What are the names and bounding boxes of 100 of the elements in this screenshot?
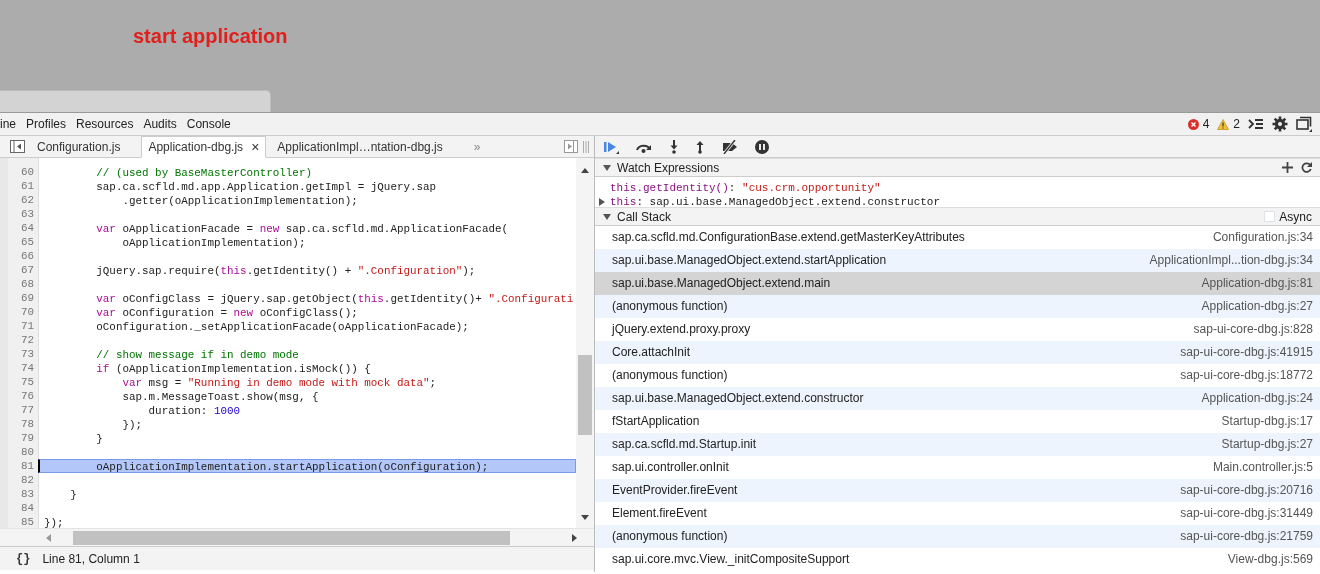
debugger-toggle-icon[interactable] — [564, 139, 578, 154]
code-line: oApplicationImplementation); — [121, 236, 307, 249]
sidebar-toggle-icon[interactable] — [10, 139, 26, 154]
deactivate-breakpoints-icon[interactable] — [721, 139, 739, 154]
panel-tab[interactable]: Resources — [71, 113, 139, 135]
panel-tab[interactable]: ine — [0, 113, 21, 135]
code-line: } — [69, 488, 78, 501]
code-line: var oConfiguration = new oConfigClass(); — [95, 306, 359, 319]
scroll-right-icon[interactable] — [572, 533, 577, 542]
call-frame[interactable]: fStartApplication Startup-dbg.js:17 — [595, 410, 1320, 433]
section-header[interactable]: Watch Expressions — [595, 158, 1320, 177]
error-count: 4 — [1202, 116, 1210, 133]
expand-icon[interactable] — [603, 164, 611, 171]
line-number: 82 — [19, 473, 35, 487]
watch-expression[interactable]: this.getIdentity(): "cus.crm.opportunity" — [595, 181, 1320, 195]
call-frame[interactable]: (anonymous function) sap-ui-core-dbg.js:18772 — [595, 364, 1320, 387]
file-tab[interactable]: ApplicationImpl…ntation-dbg.js — [270, 136, 450, 158]
call-frame[interactable]: Element.fireEvent sap-ui-core-dbg.js:31449 — [595, 502, 1320, 525]
call-frame[interactable]: jQuery.extend.proxy.proxy sap-ui-core-dbg.js:828 — [595, 318, 1320, 341]
async-checkbox[interactable] — [1264, 211, 1276, 222]
call-frame[interactable]: sap.ca.scfld.md.ConfigurationBase.extend.getMasterKeyAttributes Configuration.js:34 — [595, 226, 1320, 249]
cursor-position: Line 81, Column 1 — [42, 550, 140, 568]
code-line: if (oApplicationImplementation.isMock()) { — [95, 362, 372, 375]
line-number: 85 — [19, 515, 35, 528]
drag-handle-icon[interactable] — [582, 139, 590, 154]
code-line: var msg = "Running in demo mode with mock data"; — [121, 376, 438, 389]
line-number: 74 — [19, 361, 35, 375]
code-line: oConfiguration._setApplicationFacade(oApplicationFacade); — [95, 320, 470, 333]
resume-icon[interactable] — [603, 139, 619, 154]
code-line: .getter(oApplicationImplementation); — [121, 194, 359, 207]
code-line: // show message if in demo mode — [95, 348, 300, 361]
dock-icon[interactable] — [1296, 116, 1312, 132]
pause-exceptions-icon[interactable] — [755, 139, 769, 154]
panel-tab[interactable]: Console — [181, 113, 236, 135]
code-line: var oConfigClass = jQuery.sap.getObject(this.getIdentity()+ ".Configurati — [95, 292, 575, 305]
line-number: 77 — [19, 403, 35, 417]
line-number: 83 — [19, 487, 35, 501]
warning-count: 2 — [1233, 116, 1240, 133]
step-out-icon[interactable] — [695, 139, 705, 154]
file-tab[interactable]: Application-dbg.js × — [141, 136, 267, 158]
settings-icon[interactable] — [1272, 116, 1288, 132]
section-header[interactable]: Call Stack Async — [595, 207, 1320, 226]
call-frame[interactable]: sap.ca.scfld.md.Startup.init Startup-dbg.js:27 — [595, 433, 1320, 456]
panel-tab[interactable]: Profiles — [21, 113, 72, 135]
line-number: 71 — [19, 319, 35, 333]
call-frame[interactable]: sap.ui.base.ManagedObject.extend.constructor Application-dbg.js:24 — [595, 387, 1320, 410]
code-line: duration: 1000 — [147, 404, 242, 417]
call-frame[interactable]: sap.ui.core.mvc.View._initCompositeSupport View-dbg.js:569 — [595, 548, 1320, 571]
call-frame[interactable]: sap.ui.base.ManagedObject.extend.main Application-dbg.js:81 — [595, 272, 1320, 295]
panel-tab[interactable]: Audits — [138, 113, 182, 135]
line-number: 68 — [19, 277, 35, 291]
call-frame[interactable]: sap.ui.controller.onInit Main.controller.js:5 — [595, 456, 1320, 479]
code-line: sap.ca.scfld.md.app.Application.getImpl = jQuery.sap — [95, 180, 438, 193]
code-line: sap.m.MessageToast.show(msg, { — [121, 390, 320, 403]
line-number: 69 — [19, 291, 35, 305]
call-frame[interactable]: EventProvider.fireEvent sap-ui-core-dbg.js:20716 — [595, 479, 1320, 502]
scroll-up-icon[interactable] — [581, 168, 589, 173]
line-number: 84 — [19, 501, 35, 515]
file-tab[interactable]: Configuration.js — [30, 136, 128, 158]
call-frame[interactable]: (anonymous function) Application-dbg.js:27 — [595, 295, 1320, 318]
warning-icon — [1217, 118, 1230, 130]
expand-icon[interactable] — [603, 213, 611, 220]
line-number: 78 — [19, 417, 35, 431]
add-icon[interactable] — [1282, 162, 1293, 173]
line-number: 66 — [19, 249, 35, 263]
code-line: jQuery.sap.require(this.getIdentity() + ".Configuration"); — [95, 264, 477, 277]
call-frame[interactable]: sap.ui.base.ManagedObject.extend.startApplication ApplicationImpl...tion-dbg.js:34 — [595, 249, 1320, 272]
scroll-left-icon[interactable] — [46, 533, 51, 542]
line-number: 60 — [19, 165, 35, 179]
line-number: 67 — [19, 263, 35, 277]
code-line: } — [95, 432, 104, 445]
call-frame[interactable]: Core.attachInit sap-ui-core-dbg.js:41915 — [595, 341, 1320, 364]
code-line: }); — [121, 418, 144, 431]
close-icon[interactable]: × — [251, 137, 260, 157]
error-icon — [1187, 118, 1199, 130]
refresh-icon[interactable] — [1301, 162, 1312, 173]
line-number: 65 — [19, 235, 35, 249]
scroll-down-icon[interactable] — [581, 515, 589, 520]
call-frame[interactable]: (anonymous function) sap-ui-core-dbg.js:21759 — [595, 525, 1320, 548]
code-line: // (used by BaseMasterController) — [95, 166, 313, 179]
pretty-print-button[interactable]: {} — [12, 549, 35, 568]
line-number: 76 — [19, 389, 35, 403]
line-number: 61 — [19, 179, 35, 193]
line-number: 80 — [19, 445, 35, 459]
line-number: 72 — [19, 333, 35, 347]
code-line: var oApplicationFacade = new sap.ca.scfld.md.ApplicationFacade( — [95, 222, 510, 235]
scrollbar-thumb[interactable] — [578, 355, 592, 435]
page-heading: start application — [132, 24, 289, 48]
line-number: 62 — [19, 193, 35, 207]
code-line: }); — [43, 516, 65, 528]
line-number: 81 — [19, 459, 35, 473]
async-label: Async — [1279, 208, 1312, 226]
line-number: 79 — [19, 431, 35, 445]
line-number: 73 — [19, 347, 35, 361]
line-number: 63 — [19, 207, 35, 221]
step-into-icon[interactable] — [669, 139, 679, 154]
console-drawer-icon[interactable] — [1248, 117, 1264, 131]
scrollbar-thumb[interactable] — [73, 530, 510, 545]
line-number: 70 — [19, 305, 35, 319]
line-number: 64 — [19, 221, 35, 235]
